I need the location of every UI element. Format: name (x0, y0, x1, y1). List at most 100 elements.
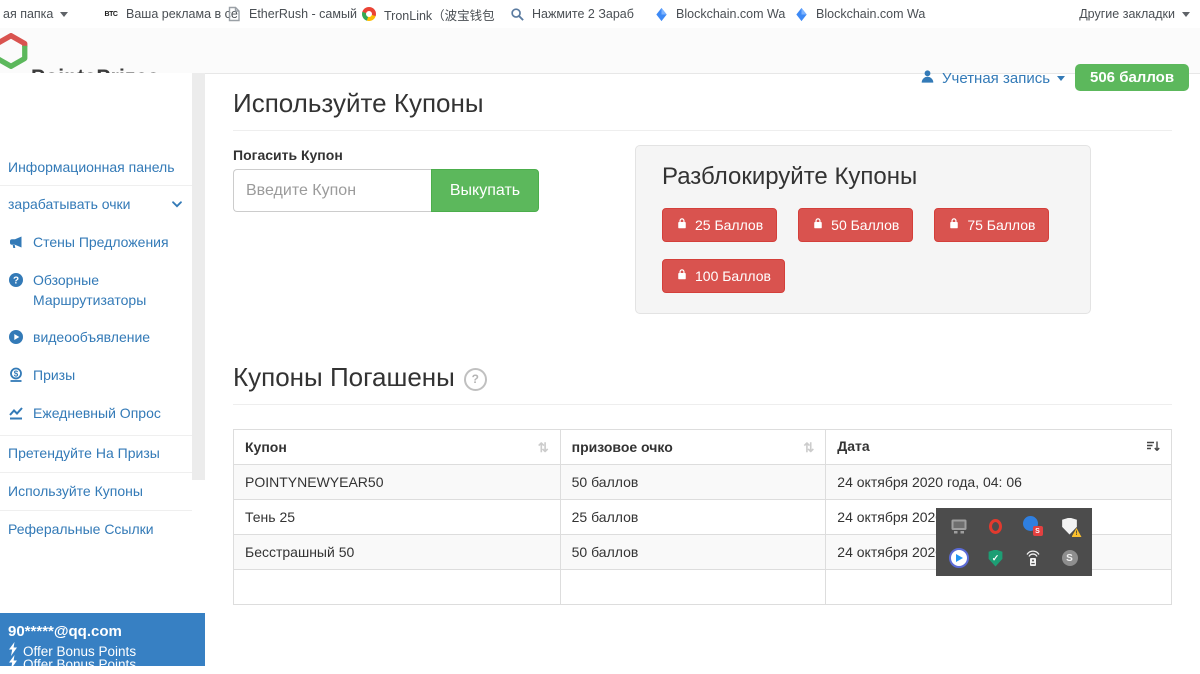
column-header-points[interactable]: призовое очко ⇅ (560, 430, 826, 465)
unlock-coupons-panel: Разблокируйте Купоны 25 Баллов 50 Баллов… (635, 145, 1091, 314)
sidebar-item-label: зарабатывать очки (8, 194, 161, 214)
account-block-qq[interactable]: 90*****@qq.com Offer Bonus Points (0, 613, 205, 653)
blockchain-icon (793, 6, 809, 22)
chevron-down-icon (170, 196, 186, 212)
chevron-down-icon (1182, 12, 1190, 17)
sidebar-item-daily-poll[interactable]: Ежедневный Опрос (0, 403, 192, 423)
system-tray-popup: S ! ✓ S (936, 508, 1092, 576)
sort-desc-icon (1146, 440, 1160, 456)
column-label: Дата (837, 438, 869, 454)
sidebar-item-label: Призы (33, 365, 75, 385)
bookmarks-bar: ая папка BTC Ваша реклама в се EtherRush… (0, 0, 1200, 29)
lock-icon (812, 217, 824, 233)
media-player-icon[interactable] (949, 548, 969, 568)
sidebar-item-label: Ежедневный Опрос (33, 403, 161, 423)
opera-icon[interactable] (986, 516, 1006, 536)
bookmark-item[interactable]: Нажмите 2 Зараб (509, 0, 634, 28)
antenna-icon[interactable] (1023, 548, 1043, 568)
lightning-icon (8, 642, 18, 661)
sidebar-item-offer-walls[interactable]: Стены Предложения (0, 232, 192, 252)
bookmark-item[interactable]: BTC Ваша реклама в се (103, 0, 238, 28)
page-icon (226, 6, 242, 22)
bookmark-label: EtherRush - самый (249, 7, 357, 21)
column-header-date[interactable]: Дата (826, 430, 1172, 465)
divider (0, 435, 192, 436)
points-badge[interactable]: 506 баллов (1075, 64, 1189, 91)
unlock-75-button[interactable]: 75 Баллов (934, 208, 1049, 242)
svg-text:$: $ (14, 370, 19, 379)
account-label: Учетная запись (942, 70, 1050, 87)
unlock-button-label: 25 Баллов (695, 217, 763, 233)
blockchain-icon (653, 6, 669, 22)
coupon-input[interactable] (233, 169, 431, 212)
pointsprizes-logo-icon (0, 33, 29, 74)
points-cell: 50 баллов (560, 535, 826, 570)
other-bookmarks-button[interactable]: Другие закладки (1079, 0, 1190, 28)
coupon-cell (234, 570, 561, 605)
app-header: PointsPrizes Учетная запись 506 баллов (0, 28, 1200, 74)
sidebar-item-use-coupons[interactable]: Используйте Купоны (0, 481, 192, 501)
points-cell (560, 570, 826, 605)
bookmark-item[interactable]: Blockchain.com Wa (793, 0, 925, 28)
bookmark-folder-label: ая папка (3, 7, 53, 21)
unlock-button-label: 100 Баллов (695, 268, 771, 284)
divider (0, 510, 192, 511)
green-shield-check-icon[interactable]: ✓ (986, 548, 1006, 568)
svg-text:?: ? (13, 276, 19, 287)
account-menu[interactable]: Учетная запись (920, 69, 1065, 88)
btc-icon: BTC (103, 6, 119, 22)
bookmark-label: TronLink（波宝钱包 (384, 5, 495, 24)
blue-red-app-icon[interactable]: S (1023, 516, 1043, 536)
bookmark-item[interactable]: Blockchain.com Wa (653, 0, 785, 28)
skype-gray-icon[interactable]: S (1060, 548, 1080, 568)
sidebar-item-video-ads[interactable]: видеообъявление (0, 327, 192, 347)
divider (0, 472, 192, 473)
column-label: Купон (245, 439, 287, 455)
magnifier-icon (509, 6, 525, 22)
monitor-icon[interactable] (949, 516, 969, 536)
defender-warning-icon[interactable]: ! (1060, 516, 1080, 536)
sidebar-item-survey-routers[interactable]: ? Обзорные Маршрутизаторы (0, 270, 192, 310)
history-title-text: Купоны Погашены (233, 362, 455, 392)
sidebar-item-dashboard[interactable]: Информационная панель (0, 157, 192, 177)
bookmark-folder[interactable]: ая папка (3, 0, 68, 28)
bookmark-item[interactable]: TronLink（波宝钱包 (361, 0, 495, 28)
unlock-50-button[interactable]: 50 Баллов (798, 208, 913, 242)
lock-icon (948, 217, 960, 233)
divider (233, 404, 1172, 405)
unlock-25-button[interactable]: 25 Баллов (662, 208, 777, 242)
sidebar-item-earn-points[interactable]: зарабатывать очки (0, 194, 192, 214)
sidebar-item-claim-prizes[interactable]: Претендуйте На Призы (0, 443, 192, 463)
coupon-cell: POINTYNEWYEAR50 (234, 465, 561, 500)
coin-dollar-icon: $ (8, 367, 24, 383)
play-circle-icon (8, 329, 24, 345)
history-title: Купоны Погашены? (233, 362, 487, 393)
table-row[interactable]: POINTYNEWYEAR50 50 баллов 24 октября 202… (234, 465, 1172, 500)
unlock-100-button[interactable]: 100 Баллов (662, 259, 785, 293)
other-bookmarks-label: Другие закладки (1079, 7, 1175, 21)
sort-icon: ⇅ (538, 439, 549, 456)
divider (0, 185, 192, 186)
bookmark-label: Blockchain.com Wa (676, 7, 785, 21)
help-icon[interactable]: ? (464, 368, 487, 391)
page-title: Используйте Купоны (233, 88, 484, 119)
bookmark-item[interactable]: EtherRush - самый (226, 0, 357, 28)
sidebar-item-label: Реферальные Ссылки (8, 519, 154, 539)
column-header-coupon[interactable]: Купон ⇅ (234, 430, 561, 465)
account-action-label: Offer Bonus Points (23, 642, 136, 661)
bookmark-label: Нажмите 2 Зараб (532, 7, 634, 21)
sidebar-item-referral-links[interactable]: Реферальные Ссылки (0, 519, 192, 539)
lock-icon (676, 268, 688, 284)
person-icon (920, 69, 935, 88)
sidebar-item-prizes[interactable]: $ Призы (0, 365, 192, 385)
sort-icon: ⇅ (803, 439, 814, 456)
divider (233, 130, 1172, 131)
sidebar-item-label: Претендуйте На Призы (8, 443, 160, 463)
account-email: 90*****@qq.com (8, 622, 205, 642)
unlock-button-label: 75 Баллов (967, 217, 1035, 233)
sidebar: Информационная панель зарабатывать очки … (0, 73, 205, 576)
points-cell: 50 баллов (560, 465, 826, 500)
redeem-coupon-label: Погасить Купон (233, 147, 343, 163)
sidebar-item-label: Информационная панель (8, 157, 175, 177)
redeem-button[interactable]: Выкупать (431, 169, 539, 212)
